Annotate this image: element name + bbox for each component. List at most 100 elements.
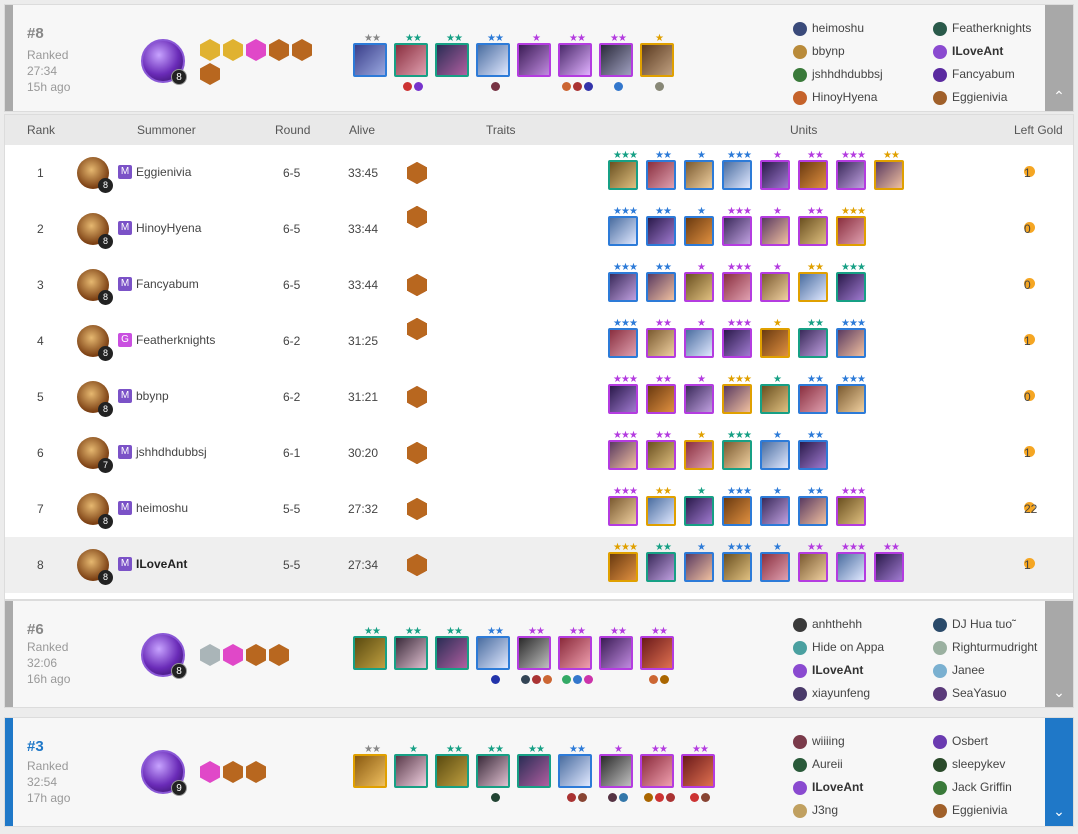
player-entry[interactable]: DJ Hua tuo˜ [933,616,1037,639]
unit-portrait[interactable]: ★ [760,374,790,414]
unit-portrait[interactable]: ★★ [798,542,828,582]
player-entry[interactable]: ILoveAnt [793,779,863,802]
unit-portrait[interactable]: ★ [684,542,714,582]
unit-portrait[interactable]: ★★ [394,626,428,670]
player-entry[interactable]: heimoshu [793,20,883,43]
unit-portrait[interactable]: ★★★ [722,486,752,526]
player-entry[interactable]: xiayunfeng [793,685,884,708]
unit-portrait[interactable]: ★★★ [722,150,752,190]
unit-portrait[interactable]: ★★ [798,150,828,190]
summoner-name[interactable]: heimoshu [136,501,188,515]
unit-portrait[interactable]: ★★ [798,430,828,470]
player-entry[interactable]: Janee [933,662,1037,685]
unit-portrait[interactable]: ★ [760,262,790,302]
summoner-name[interactable]: jshhdhdubbsj [136,445,207,459]
expand-toggle[interactable]: ⌄ [1045,601,1073,707]
unit-portrait[interactable]: ★★ [798,374,828,414]
player-entry[interactable]: Hide on Appa [793,639,884,662]
player-entry[interactable]: HinoyHyena [793,89,883,112]
table-row[interactable]: 8 8 M ILoveAnt 5-5 27:34 ★★★ ★★ ★ ★★★ ★ ★★ ★★★ ★★ 1 [5,537,1073,593]
player-entry[interactable]: Righturmudright [933,639,1037,662]
unit-portrait[interactable]: ★★ [558,33,593,91]
player-entry[interactable]: Osbert [933,733,1012,756]
expand-toggle[interactable]: ⌄ [1045,718,1073,826]
player-entry[interactable]: Jack Griffin [933,779,1012,802]
unit-portrait[interactable]: ★ [640,33,674,91]
unit-portrait[interactable]: ★★★ [836,486,866,526]
table-row[interactable]: 3 8 M Fancyabum 6-5 33:44 ★★★ ★★ ★ ★★★ ★ ★★ ★★★ 0 [5,257,1073,313]
unit-portrait[interactable]: ★★ [353,744,387,788]
unit-portrait[interactable]: ★★★ [608,262,638,302]
summoner-name[interactable]: bbynp [136,389,169,403]
unit-portrait[interactable]: ★ [760,150,790,190]
unit-portrait[interactable]: ★★★ [608,486,638,526]
unit-portrait[interactable]: ★★★ [608,318,638,358]
unit-portrait[interactable]: ★★ [874,542,904,582]
unit-portrait[interactable]: ★★★ [722,430,752,470]
unit-portrait[interactable]: ★★★ [608,150,638,190]
player-entry[interactable]: Eggienivia [933,89,1031,112]
unit-portrait[interactable]: ★★ [646,486,676,526]
unit-portrait[interactable]: ★★ [476,626,510,684]
player-entry[interactable]: SeaYasuo [933,685,1037,708]
player-entry[interactable]: Featherknights [933,20,1031,43]
summoner-name[interactable]: Eggienivia [136,165,191,179]
unit-portrait[interactable]: ★★ [476,33,510,91]
table-row[interactable]: 1 8 M Eggienivia 6-5 33:45 ★★★ ★★ ★ ★★★ ★ ★★ ★★★ ★★ 1 [5,145,1073,201]
player-entry[interactable]: ILoveAnt [933,43,1031,66]
unit-portrait[interactable]: ★ [684,374,714,414]
summoner-name[interactable]: Featherknights [136,333,215,347]
player-entry[interactable]: Fancyabum [933,66,1031,89]
unit-portrait[interactable]: ★★ [353,33,387,77]
match-card-6[interactable]: #6 Ranked 32:06 16h ago 8 ★★ ★★ ★★ ★★ ★★… [4,600,1074,708]
unit-portrait[interactable]: ★★ [646,262,676,302]
player-entry[interactable]: Aureii [793,756,863,779]
unit-portrait[interactable]: ★★ [353,626,387,670]
unit-portrait[interactable]: ★★ [640,626,674,684]
unit-portrait[interactable]: ★ [517,33,551,77]
unit-portrait[interactable]: ★★★ [722,374,752,414]
table-row[interactable]: 7 8 Mheimoshu 5-5 27:32 ★★★ ★★ ★ ★★★ ★ ★★ ★★★ 22 [5,481,1073,537]
collapse-toggle[interactable]: ⌃ [1045,5,1073,111]
unit-portrait[interactable]: ★★ [681,744,715,802]
unit-portrait[interactable]: ★ [760,486,790,526]
unit-portrait[interactable]: ★★ [798,486,828,526]
unit-portrait[interactable]: ★★★ [836,150,866,190]
player-entry[interactable]: anhthehh [793,616,884,639]
unit-portrait[interactable]: ★★ [874,150,904,190]
unit-portrait[interactable]: ★★★ [722,206,752,246]
unit-portrait[interactable]: ★ [760,430,790,470]
unit-portrait[interactable]: ★★★ [608,542,638,582]
player-entry[interactable]: ILoveAnt [793,662,884,685]
unit-portrait[interactable]: ★★ [798,206,828,246]
unit-portrait[interactable]: ★★ [435,744,469,788]
unit-portrait[interactable]: ★★ [646,206,676,246]
table-row[interactable]: 6 7 Mjshhdhdubbsj 6-1 30:20 ★★★ ★★ ★ ★★★ ★ ★★ 1 [5,425,1073,481]
summoner-name[interactable]: HinoyHyena [136,221,201,235]
unit-portrait[interactable]: ★★ [640,744,675,802]
unit-portrait[interactable]: ★★★ [836,318,866,358]
unit-portrait[interactable]: ★★ [558,744,592,802]
unit-portrait[interactable]: ★★ [646,318,676,358]
unit-portrait[interactable]: ★ [684,430,714,470]
unit-portrait[interactable]: ★★★ [836,374,866,414]
unit-portrait[interactable]: ★★★ [608,374,638,414]
unit-portrait[interactable]: ★★★ [836,542,866,582]
unit-portrait[interactable]: ★★ [646,374,676,414]
unit-portrait[interactable]: ★★ [599,626,633,670]
unit-portrait[interactable]: ★ [760,318,790,358]
unit-portrait[interactable]: ★★ [646,430,676,470]
unit-portrait[interactable]: ★★★ [836,206,866,246]
summoner-name[interactable]: Fancyabum [136,277,199,291]
unit-portrait[interactable]: ★★ [394,33,428,91]
unit-portrait[interactable]: ★★★ [836,262,866,302]
match-card-8[interactable]: #8 Ranked 27:34 15h ago 8 ★★ ★★ ★★ ★★ ★ … [4,4,1074,112]
table-row[interactable]: 5 8 Mbbynp 6-2 31:21 ★★★ ★★ ★ ★★★ ★ ★★ ★★★ 0 [5,369,1073,425]
summoner-name[interactable]: ILoveAnt [136,557,187,571]
unit-portrait[interactable]: ★ [394,744,428,788]
unit-portrait[interactable]: ★★★ [608,430,638,470]
unit-portrait[interactable]: ★ [684,150,714,190]
unit-portrait[interactable]: ★★★ [722,318,752,358]
unit-portrait[interactable]: ★ [760,542,790,582]
player-entry[interactable]: wiiiing [793,733,863,756]
